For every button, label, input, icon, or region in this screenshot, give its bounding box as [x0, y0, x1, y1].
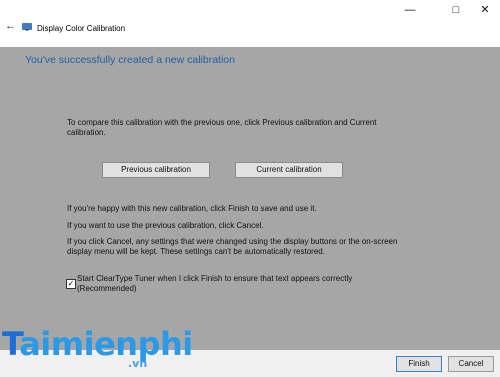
- back-arrow-icon[interactable]: ←: [5, 21, 16, 32]
- watermark-logo: Taimienphi: [2, 325, 193, 363]
- cleartype-label-line2: (Recommended): [77, 284, 137, 293]
- title-bar: ← Display Color Calibration — □ ✕: [0, 0, 500, 47]
- minimize-button[interactable]: —: [397, 1, 423, 19]
- intro-text-line2: calibration.: [67, 128, 106, 137]
- watermark-part1: T: [2, 325, 20, 363]
- happy-text: If you're happy with this new calibratio…: [67, 204, 317, 213]
- cancel-text-line1: If you click Cancel, any settings that w…: [67, 237, 398, 246]
- close-button[interactable]: ✕: [472, 1, 498, 19]
- cancel-text-line2: display menu will be kept. These setting…: [67, 247, 325, 256]
- watermark-part2: aimienphi: [19, 325, 193, 363]
- cleartype-checkbox[interactable]: ✓: [66, 279, 76, 289]
- cleartype-label-line1: Start ClearType Tuner when I click Finis…: [77, 274, 353, 283]
- maximize-button[interactable]: □: [443, 1, 469, 19]
- calibration-window: ← Display Color Calibration — □ ✕ You've…: [0, 0, 500, 377]
- cancel-button[interactable]: Cancel: [448, 356, 494, 372]
- window-title: Display Color Calibration: [37, 24, 126, 33]
- finish-button[interactable]: Finish: [396, 356, 442, 372]
- content-panel: To compare this calibration with the pre…: [0, 80, 500, 350]
- current-calibration-button[interactable]: Current calibration: [235, 162, 343, 178]
- intro-text-line1: To compare this calibration with the pre…: [67, 118, 377, 127]
- page-heading: You've successfully created a new calibr…: [25, 54, 235, 66]
- previous-calibration-button[interactable]: Previous calibration: [102, 162, 210, 178]
- display-icon: [22, 23, 32, 31]
- previous-text: If you want to use the previous calibrat…: [67, 221, 264, 230]
- watermark-suffix: .vn: [128, 357, 148, 370]
